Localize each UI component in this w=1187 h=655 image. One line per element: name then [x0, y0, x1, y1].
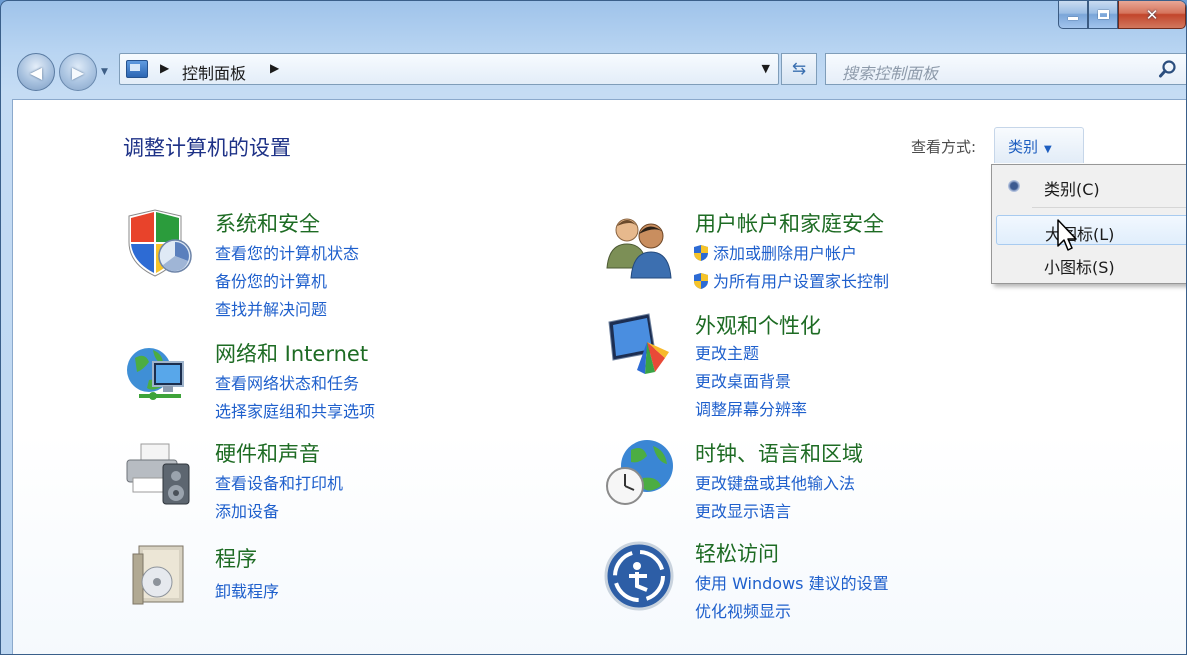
minimize-icon	[1068, 17, 1078, 20]
link-desktop-background[interactable]: 更改桌面背景	[695, 368, 791, 392]
ease-of-access-icon	[604, 541, 674, 611]
category-appearance[interactable]: 外观和个性化	[695, 310, 821, 340]
minimize-button[interactable]	[1058, 1, 1088, 29]
control-panel-window: ✕ ◀ ▶ ▼ ▶ 控制面板 ▶ ▼ ⇆ 搜索控制面板 调整计算机的设置 查看方…	[0, 0, 1187, 655]
refresh-icon: ⇆	[791, 59, 807, 79]
link-troubleshoot[interactable]: 查找并解决问题	[215, 296, 327, 320]
breadcrumb-separator-icon[interactable]: ▶	[270, 61, 279, 75]
link-optimize-display[interactable]: 优化视频显示	[695, 598, 791, 622]
link-homegroup[interactable]: 选择家庭组和共享选项	[215, 398, 375, 422]
category-ease-of-access[interactable]: 轻松访问	[695, 538, 779, 568]
link-view-computer-status[interactable]: 查看您的计算机状态	[215, 240, 359, 264]
close-icon: ✕	[1145, 5, 1159, 24]
category-programs[interactable]: 程序	[215, 543, 257, 573]
maximize-button[interactable]	[1088, 1, 1118, 29]
link-backup-computer[interactable]: 备份您的计算机	[215, 268, 327, 292]
view-by-menu: 类别(C) 大图标(L) 小图标(S)	[991, 164, 1186, 284]
network-globe-icon	[127, 348, 184, 400]
radio-selected-icon	[1008, 180, 1020, 192]
category-user-accounts[interactable]: 用户帐户和家庭安全	[695, 208, 884, 238]
search-input[interactable]: 搜索控制面板	[825, 53, 1186, 85]
refresh-button[interactable]: ⇆	[781, 53, 817, 85]
link-devices-printers[interactable]: 查看设备和打印机	[215, 470, 343, 494]
link-parental-controls[interactable]: 为所有用户设置家长控制	[693, 268, 889, 292]
programs-box-icon	[132, 545, 184, 605]
shield-icon	[128, 209, 192, 277]
link-uninstall-program[interactable]: 卸载程序	[215, 578, 279, 602]
link-add-remove-users[interactable]: 添加或删除用户帐户	[693, 240, 857, 264]
uac-shield-icon	[694, 273, 708, 289]
link-windows-recommended[interactable]: 使用 Windows 建议的设置	[695, 570, 889, 594]
close-button[interactable]: ✕	[1118, 1, 1186, 29]
printer-speaker-icon	[126, 443, 190, 505]
mouse-pointer-icon	[1057, 219, 1077, 251]
view-by-dropdown[interactable]: 类别 ▼	[994, 127, 1084, 163]
arrow-left-icon: ◀	[29, 62, 43, 82]
search-icon[interactable]	[1158, 59, 1178, 79]
menu-item-small-icons[interactable]: 小图标(S)	[996, 249, 1186, 279]
chevron-down-icon: ▼	[1044, 144, 1052, 155]
breadcrumb-control-panel[interactable]: 控制面板	[182, 60, 246, 84]
link-network-status[interactable]: 查看网络状态和任务	[215, 370, 359, 394]
caption-buttons: ✕	[1058, 1, 1186, 31]
link-display-language[interactable]: 更改显示语言	[695, 498, 791, 522]
link-add-device[interactable]: 添加设备	[215, 498, 279, 522]
category-hardware-sound[interactable]: 硬件和声音	[215, 438, 320, 468]
link-parental-controls-label: 为所有用户设置家长控制	[713, 272, 890, 291]
appearance-monitor-icon	[608, 313, 669, 374]
chevron-down-icon: ▼	[101, 67, 108, 77]
link-change-keyboard[interactable]: 更改键盘或其他输入法	[695, 470, 855, 494]
link-screen-resolution[interactable]: 调整屏幕分辨率	[695, 396, 807, 420]
category-network-internet[interactable]: 网络和 Internet	[215, 338, 368, 368]
address-bar[interactable]: ▶ 控制面板 ▶ ▼	[119, 53, 779, 85]
category-clock-language-region[interactable]: 时钟、语言和区域	[695, 438, 863, 468]
clock-globe-icon	[606, 440, 673, 505]
back-button[interactable]: ◀	[17, 53, 55, 91]
users-icon	[606, 218, 672, 279]
link-change-theme[interactable]: 更改主题	[695, 340, 759, 364]
breadcrumb-separator-icon[interactable]: ▶	[160, 61, 169, 75]
forward-button[interactable]: ▶	[59, 53, 97, 91]
address-dropdown-icon[interactable]: ▼	[762, 62, 770, 75]
maximize-icon	[1097, 10, 1109, 19]
category-system-security[interactable]: 系统和安全	[215, 208, 320, 238]
menu-item-small-icons-label: 小图标(S)	[1044, 258, 1115, 277]
menu-item-category[interactable]: 类别(C)	[996, 171, 1186, 201]
uac-shield-icon	[694, 245, 708, 261]
page-title: 调整计算机的设置	[123, 136, 291, 160]
search-placeholder: 搜索控制面板	[842, 64, 939, 83]
view-by-label: 查看方式:	[911, 138, 977, 156]
menu-item-large-icons[interactable]: 大图标(L)	[996, 215, 1186, 245]
arrow-right-icon: ▶	[71, 62, 85, 82]
view-by-value: 类别	[1008, 138, 1039, 156]
control-panel-icon	[126, 60, 148, 78]
menu-separator	[1032, 207, 1186, 208]
link-add-remove-users-label: 添加或删除用户帐户	[713, 244, 858, 263]
menu-item-category-label: 类别(C)	[1044, 180, 1100, 199]
recent-pages-dropdown[interactable]: ▼	[101, 67, 108, 77]
